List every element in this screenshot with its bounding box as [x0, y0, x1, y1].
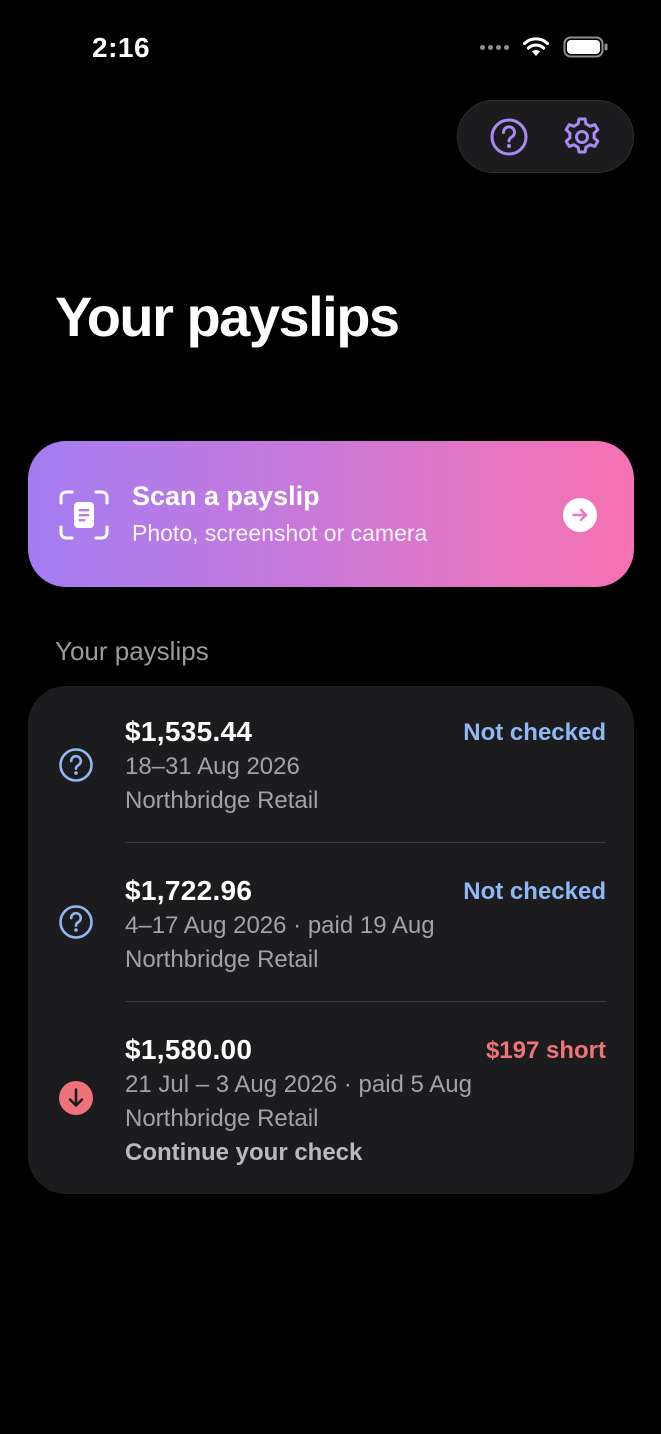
payslip-row[interactable]: $1,580.00 $197 short 21 Jul – 3 Aug 2026…: [28, 1002, 634, 1194]
page-title: Your payslips: [55, 285, 400, 348]
scan-card-title: Scan a payslip: [132, 481, 320, 511]
payslip-period: 21 Jul – 3 Aug 2026 · paid 5 Aug: [125, 1071, 472, 1098]
scan-card-subtitle: Photo, screenshot or camera: [132, 520, 428, 546]
payslip-list: $1,535.44 Not checked 18–31 Aug 2026 Nor…: [28, 686, 634, 1194]
payslip-row[interactable]: $1,535.44 Not checked 18–31 Aug 2026 Nor…: [28, 686, 634, 843]
payslip-employer: Northbridge Retail: [125, 1105, 319, 1132]
payslip-status: Not checked: [463, 878, 606, 905]
section-header: Your payslips: [55, 636, 209, 666]
payslip-row[interactable]: $1,722.96 Not checked 4–17 Aug 2026 · pa…: [28, 843, 634, 1001]
help-button[interactable]: [485, 113, 533, 161]
payslip-amount: $1,580.00: [125, 1034, 253, 1065]
arrow-down-circle-icon: [59, 1081, 93, 1115]
question-circle-icon: [59, 748, 93, 782]
payslip-period: 18–31 Aug 2026: [125, 753, 300, 780]
payslip-amount: $1,722.96: [125, 875, 253, 906]
scan-payslip-button[interactable]: Scan a payslip Photo, screenshot or came…: [28, 441, 634, 587]
payslip-status: $197 short: [485, 1037, 606, 1064]
gear-icon: [564, 117, 600, 153]
battery-icon: [563, 36, 608, 58]
payslip-period: 4–17 Aug 2026 · paid 19 Aug: [125, 912, 435, 939]
payslip-amount: $1,535.44: [125, 716, 253, 747]
payslip-employer: Northbridge Retail: [125, 787, 319, 814]
payslip-status: Not checked: [463, 719, 606, 746]
question-circle-icon: [59, 905, 93, 939]
status-indicators: [480, 36, 609, 58]
top-action-pill: [457, 100, 634, 173]
payslips-screen: 2:16 Your payslips Scan a payslip Photo,…: [0, 0, 661, 1434]
settings-button[interactable]: [558, 113, 606, 161]
status-time: 2:16: [92, 32, 151, 63]
arrow-right-icon: [563, 498, 597, 532]
help-circle-icon: [490, 118, 528, 155]
document-scan-icon: [59, 490, 109, 540]
wifi-icon: [522, 37, 550, 56]
payslip-employer: Northbridge Retail: [125, 946, 319, 973]
cellular-signal-icon: [480, 44, 509, 50]
continue-check-link[interactable]: Continue your check: [125, 1139, 362, 1167]
